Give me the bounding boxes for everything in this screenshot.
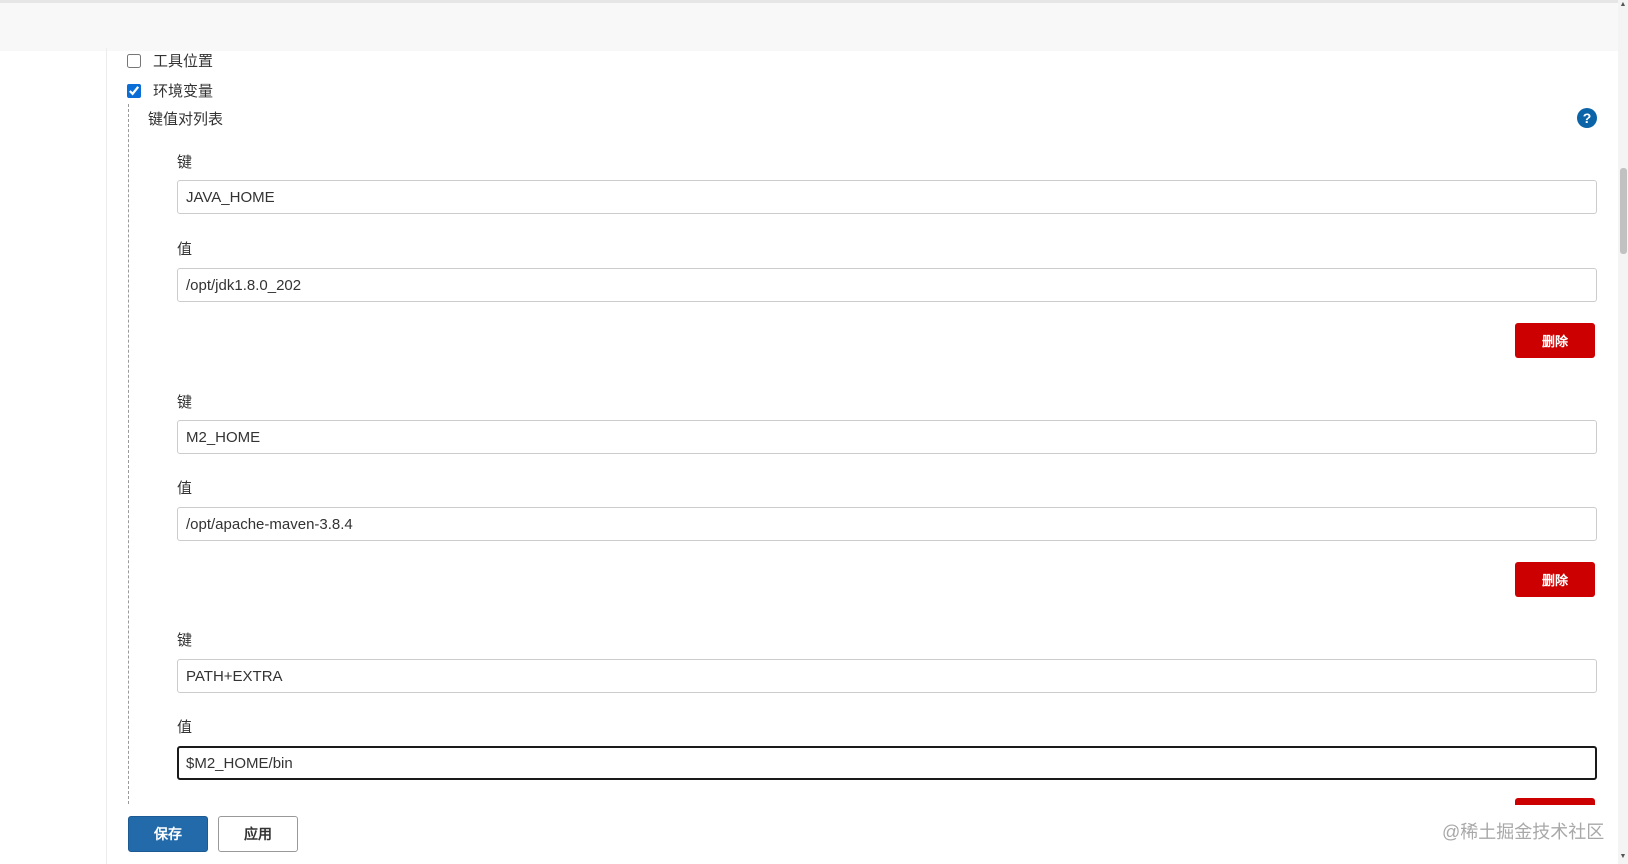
- scroll-up-arrow-icon[interactable]: ▲: [1618, 0, 1628, 10]
- scrollbar-thumb[interactable]: [1620, 168, 1627, 254]
- section-dashed-border: [128, 104, 129, 804]
- delete-button-partial[interactable]: [1515, 798, 1595, 805]
- key-label: 键: [177, 394, 193, 411]
- apply-button[interactable]: 应用: [218, 816, 298, 852]
- vertical-scrollbar[interactable]: [1618, 0, 1628, 864]
- key-label: 键: [177, 632, 193, 649]
- key-label: 键: [177, 154, 193, 171]
- tool-location-option[interactable]: 工具位置: [127, 50, 213, 71]
- tool-location-checkbox[interactable]: [127, 53, 141, 68]
- scroll-down-arrow-icon[interactable]: ▼: [1618, 852, 1628, 862]
- value-input[interactable]: [177, 507, 1597, 541]
- value-label: 值: [177, 241, 193, 258]
- value-input[interactable]: [177, 268, 1597, 302]
- help-icon[interactable]: ?: [1577, 108, 1597, 128]
- delete-button[interactable]: 删除: [1515, 562, 1595, 597]
- value-label: 值: [177, 480, 193, 497]
- env-vars-checkbox[interactable]: [127, 83, 141, 98]
- delete-button[interactable]: 删除: [1515, 323, 1595, 358]
- key-input[interactable]: [177, 180, 1597, 214]
- top-bar: [0, 0, 1618, 51]
- kv-list-title: 键值对列表: [148, 111, 224, 128]
- page-left-border: [106, 48, 107, 864]
- watermark: @稀土掘金技术社区: [1442, 822, 1605, 842]
- value-label: 值: [177, 719, 193, 736]
- tool-location-label: 工具位置: [153, 53, 214, 70]
- value-input[interactable]: [177, 746, 1597, 780]
- env-vars-label: 环境变量: [153, 83, 214, 100]
- save-button[interactable]: 保存: [128, 816, 208, 852]
- key-input[interactable]: [177, 420, 1597, 454]
- key-input[interactable]: [177, 659, 1597, 693]
- env-vars-option[interactable]: 环境变量: [127, 80, 213, 101]
